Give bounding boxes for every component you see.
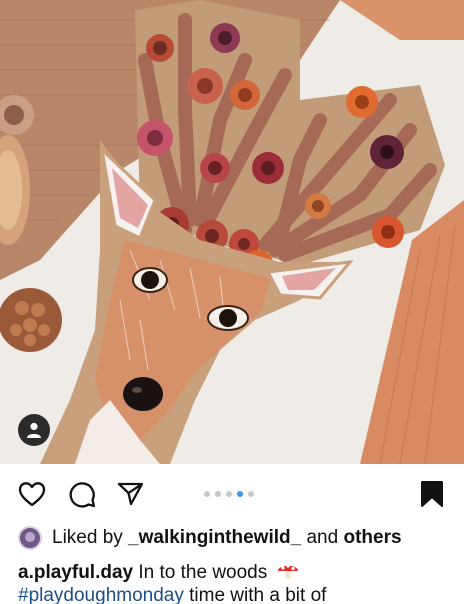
heart-icon [18,482,46,507]
carousel-dot-active [237,491,243,497]
bookmark-icon [421,481,443,507]
caption-line-1: a.playful.day In to the woods [18,561,458,584]
carousel-dot [226,491,232,497]
user-tag-button[interactable] [18,414,50,446]
share-button[interactable] [114,478,146,510]
avatar[interactable] [18,526,42,550]
likes-connector: and [301,527,344,548]
carousel-dot [215,491,221,497]
caption-username-link[interactable]: a.playful.day [18,562,133,583]
comment-bubble-icon [69,482,96,508]
paper-plane-icon [117,482,144,506]
save-button[interactable] [416,478,448,510]
liked-by-user-link[interactable]: _walkinginthewild_ [128,527,301,549]
person-icon [27,422,41,438]
carousel-dot [248,491,254,497]
action-bar [0,472,464,516]
likes-others-link[interactable]: others [343,527,401,549]
likes-row: Liked by _walkinginthewild_ and others [18,524,402,552]
caption: a.playful.day In to the woods #playdough… [18,561,458,604]
caption-text: In to the woods [133,562,268,583]
caption-text-2: time with a bit of [183,585,327,604]
like-button[interactable] [16,478,48,510]
mushroom-emoji-icon [277,564,298,579]
comment-button[interactable] [66,478,98,510]
caption-line-2: #playdoughmonday time with a bit of [18,584,458,604]
deer-craft-illustration [0,0,464,464]
carousel-dot [204,491,210,497]
post-image[interactable] [0,0,464,464]
hashtag-link[interactable]: #playdoughmonday [18,585,184,604]
likes-prefix: Liked by [52,527,129,548]
carousel-indicator [204,491,254,497]
